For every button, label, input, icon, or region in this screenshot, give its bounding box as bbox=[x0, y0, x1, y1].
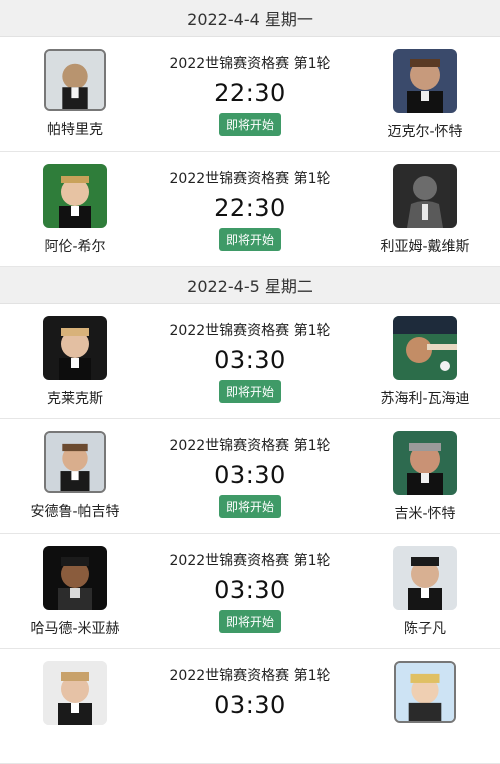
away-player[interactable]: 吉米-怀特 bbox=[355, 431, 495, 523]
match-time: 03:30 bbox=[214, 691, 286, 719]
player-avatar bbox=[393, 164, 457, 228]
player-name: 陈子凡 bbox=[404, 621, 446, 637]
match-time: 03:30 bbox=[214, 346, 286, 374]
player-name: 阿伦-希尔 bbox=[44, 239, 106, 255]
away-player[interactable]: 陈子凡 bbox=[355, 546, 495, 638]
player-name: 克莱克斯 bbox=[47, 391, 103, 407]
match-time: 03:30 bbox=[214, 576, 286, 604]
player-avatar bbox=[393, 546, 457, 610]
status-badge: 即将开始 bbox=[218, 228, 281, 251]
home-player[interactable]: 哈马德-米亚赫 bbox=[5, 546, 145, 638]
round-label: 2022世锦赛资格赛 第1轮 bbox=[169, 438, 331, 454]
round-label: 2022世锦赛资格赛 第1轮 bbox=[169, 56, 331, 72]
status-badge: 即将开始 bbox=[218, 113, 281, 136]
match-info: 2022世锦赛资格赛 第1轮 03:30 即将开始 bbox=[150, 550, 350, 633]
match-info: 2022世锦赛资格赛 第1轮 22:30 即将开始 bbox=[150, 53, 350, 136]
player-name: 哈马德-米亚赫 bbox=[30, 621, 120, 637]
date-label: 2022-4-5 星期二 bbox=[187, 277, 313, 296]
player-avatar bbox=[43, 661, 107, 725]
home-player[interactable]: 克莱克斯 bbox=[5, 316, 145, 408]
player-avatar bbox=[43, 546, 107, 610]
match-row[interactable]: 阿伦-希尔 2022世锦赛资格赛 第1轮 22:30 即将开始 利亚姆-戴维斯 bbox=[0, 152, 500, 267]
player-avatar bbox=[393, 316, 457, 380]
home-player[interactable]: 阿伦-希尔 bbox=[5, 164, 145, 256]
date-header: 2022-4-4 星期一 bbox=[0, 0, 500, 37]
player-avatar bbox=[43, 164, 107, 228]
date-header: 2022-4-5 星期二 bbox=[0, 267, 500, 304]
match-time: 03:30 bbox=[214, 461, 286, 489]
away-player[interactable] bbox=[355, 661, 495, 731]
match-row[interactable]: 安德鲁-帕吉特 2022世锦赛资格赛 第1轮 03:30 即将开始 吉米-怀特 bbox=[0, 419, 500, 534]
match-row[interactable]: 帕特里克 2022世锦赛资格赛 第1轮 22:30 即将开始 迈克尔-怀特 bbox=[0, 37, 500, 152]
away-player[interactable]: 利亚姆-戴维斯 bbox=[355, 164, 495, 256]
player-name: 苏海利-瓦海迪 bbox=[380, 391, 470, 407]
match-row[interactable]: 2022世锦赛资格赛 第1轮 03:30 bbox=[0, 649, 500, 764]
status-badge: 即将开始 bbox=[218, 610, 281, 633]
away-player[interactable]: 苏海利-瓦海迪 bbox=[355, 316, 495, 408]
match-time: 22:30 bbox=[214, 194, 286, 222]
date-label: 2022-4-4 星期一 bbox=[187, 10, 313, 29]
match-row[interactable]: 哈马德-米亚赫 2022世锦赛资格赛 第1轮 03:30 即将开始 陈子凡 bbox=[0, 534, 500, 649]
home-player[interactable]: 安德鲁-帕吉特 bbox=[5, 431, 145, 521]
round-label: 2022世锦赛资格赛 第1轮 bbox=[169, 171, 331, 187]
home-player[interactable]: 帕特里克 bbox=[5, 49, 145, 139]
player-name: 吉米-怀特 bbox=[394, 506, 456, 522]
player-avatar bbox=[44, 49, 106, 111]
status-badge: 即将开始 bbox=[218, 495, 281, 518]
match-info: 2022世锦赛资格赛 第1轮 03:30 bbox=[150, 665, 350, 719]
round-label: 2022世锦赛资格赛 第1轮 bbox=[169, 323, 331, 339]
player-name: 安德鲁-帕吉特 bbox=[30, 504, 120, 520]
player-avatar bbox=[43, 316, 107, 380]
player-avatar bbox=[393, 431, 457, 495]
round-label: 2022世锦赛资格赛 第1轮 bbox=[169, 668, 331, 684]
match-row[interactable]: 克莱克斯 2022世锦赛资格赛 第1轮 03:30 即将开始 苏海利-瓦海迪 bbox=[0, 304, 500, 419]
player-name: 利亚姆-戴维斯 bbox=[380, 239, 470, 255]
away-player[interactable]: 迈克尔-怀特 bbox=[355, 49, 495, 141]
status-badge: 即将开始 bbox=[218, 380, 281, 403]
player-name: 迈克尔-怀特 bbox=[387, 124, 463, 140]
player-avatar bbox=[393, 49, 457, 113]
round-label: 2022世锦赛资格赛 第1轮 bbox=[169, 553, 331, 569]
player-name: 帕特里克 bbox=[47, 122, 103, 138]
match-info: 2022世锦赛资格赛 第1轮 22:30 即将开始 bbox=[150, 168, 350, 251]
match-info: 2022世锦赛资格赛 第1轮 03:30 即将开始 bbox=[150, 320, 350, 403]
match-info: 2022世锦赛资格赛 第1轮 03:30 即将开始 bbox=[150, 435, 350, 518]
player-avatar bbox=[394, 661, 456, 723]
match-time: 22:30 bbox=[214, 79, 286, 107]
home-player[interactable] bbox=[5, 661, 145, 733]
player-avatar bbox=[44, 431, 106, 493]
